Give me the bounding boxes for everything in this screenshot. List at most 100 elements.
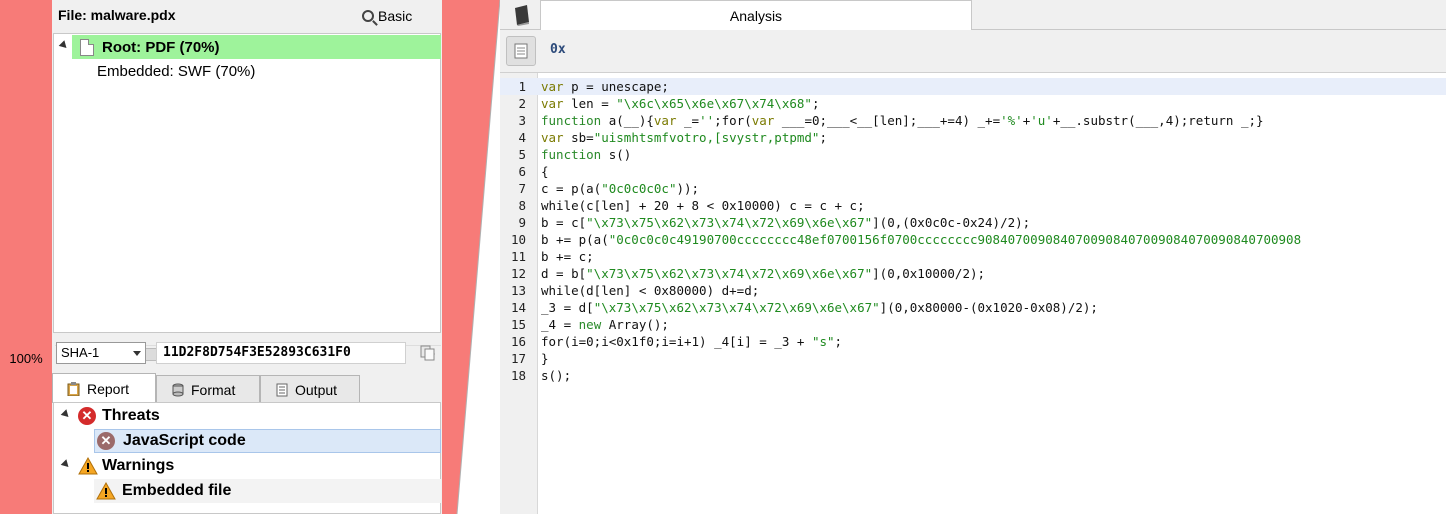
code-text: var len = "\x6c\x65\x6e\x67\x74\x68"; (541, 96, 820, 111)
code-text: while(d[len] < 0x80000) d+=d; (541, 283, 760, 298)
line-number: 17 (510, 351, 526, 366)
line-number: 2 (518, 96, 526, 111)
warning-icon (78, 457, 98, 475)
code-text: while(c[len] + 20 + 8 < 0x10000) c = c +… (541, 198, 865, 213)
line-number: 15 (510, 317, 526, 332)
code-line[interactable]: 4 var sb="uismhtsmfvotro,[svystr,ptpmd"; (500, 129, 1446, 146)
line-number: 16 (510, 334, 526, 349)
line-number: 10 (510, 232, 526, 247)
warnings-group[interactable]: Warnings (78, 454, 440, 478)
hex-view-button[interactable]: 0x (550, 42, 566, 57)
line-number: 4 (518, 130, 526, 145)
code-line[interactable]: 3 function a(__){var _='';for(var ___=0;_… (500, 112, 1446, 129)
code-line[interactable]: 6{ (500, 163, 1446, 180)
code-line[interactable]: 5 function s() (500, 146, 1446, 163)
code-text: d = b["\x73\x75\x62\x73\x74\x72\x69\x6e\… (541, 266, 986, 281)
line-number: 18 (510, 368, 526, 383)
code-text: b += c; (541, 249, 594, 264)
code-text: { (541, 164, 549, 179)
code-line[interactable]: 11 b += c; (500, 248, 1446, 265)
magnifier-icon (362, 10, 374, 22)
code-text: c = p(a("0c0c0c0c")); (541, 181, 700, 196)
tab-format-label: Format (191, 381, 236, 398)
file-label: File: (58, 7, 87, 23)
code-text: function a(__){var _='';for(var ___=0;__… (541, 113, 1264, 128)
analysis-panel: Analysis 0x 1 var p = unescape; 2 var len =… (500, 0, 1446, 514)
code-line[interactable]: 13 while(d[len] < 0x80000) d+=d; (500, 282, 1446, 299)
line-number: 9 (518, 215, 526, 230)
code-text: s(); (541, 368, 572, 383)
book-icon[interactable] (512, 4, 532, 26)
code-line[interactable]: 16 for(i=0;i<0x1f0;i=i+1) _4[i] = _3 + "s… (500, 333, 1446, 350)
line-number: 1 (518, 79, 526, 94)
code-text: _3 = d["\x73\x75\x62\x73\x74\x72\x69\x6e… (541, 300, 1098, 315)
code-text: function s() (541, 147, 632, 162)
code-text: } (541, 351, 549, 366)
code-text: b += p(a("0c0c0c0c49190700cccccccc48ef07… (541, 232, 1302, 247)
threat-item-javascript[interactable]: ✕ JavaScript code (94, 429, 441, 453)
warning-icon (96, 482, 116, 500)
tree-collapse-arrow-icon[interactable] (58, 40, 70, 51)
analysis-toolbar: 0x (500, 30, 1446, 72)
file-header: File: malware.pdx Basic (52, 0, 442, 32)
tree-item-root[interactable]: Root: PDF (70%) (72, 35, 441, 59)
code-line[interactable]: 7 c = p(a("0c0c0c0c")); (500, 180, 1446, 197)
tree-item-embedded[interactable]: Embedded: SWF (70%) (97, 63, 255, 80)
error-icon: ✕ (78, 407, 96, 425)
line-number: 11 (510, 249, 526, 264)
file-tree[interactable]: Root: PDF (70%) Embedded: SWF (70%) ||| (53, 33, 441, 363)
basic-view-button[interactable]: Basic (362, 5, 412, 27)
line-number: 3 (518, 113, 526, 128)
hash-algorithm-select[interactable]: SHA-1 (56, 342, 146, 364)
line-number: 8 (518, 198, 526, 213)
threats-group[interactable]: ✕ Threats (78, 404, 440, 428)
copy-icon[interactable] (420, 345, 436, 361)
code-line[interactable]: 9 b = c["\x73\x75\x62\x73\x74\x72\x69\x6e… (500, 214, 1446, 231)
code-line[interactable]: 12 d = b["\x73\x75\x62\x73\x74\x72\x69\x6… (500, 265, 1446, 282)
code-text: var sb="uismhtsmfvotro,[svystr,ptpmd"; (541, 130, 827, 145)
line-number: 13 (510, 283, 526, 298)
tree-root-label: Root: PDF (70%) (102, 38, 220, 56)
hash-algorithm-value: SHA-1 (61, 345, 100, 360)
document-icon (80, 38, 94, 56)
tab-output[interactable]: Output (260, 375, 360, 403)
code-line[interactable]: 15 _4 = new Array(); (500, 316, 1446, 333)
warnings-collapse-arrow-icon[interactable] (60, 459, 72, 470)
threat-item-label: JavaScript code (123, 432, 246, 449)
hash-value-field[interactable]: 11D2F8D754F3E52893C631F0 (156, 342, 406, 364)
warning-item-embedded-file[interactable]: Embedded file (94, 479, 441, 503)
analysis-tabs: Analysis (500, 0, 1446, 30)
warning-item-label: Embedded file (122, 482, 232, 499)
left-panel: File: malware.pdx Basic Root: PDF (70%) … (52, 0, 442, 514)
tab-report[interactable]: Report (52, 373, 156, 403)
tab-report-label: Report (87, 380, 130, 397)
code-text: _4 = new Array(); (541, 317, 669, 332)
code-line[interactable]: 1 var p = unescape; (500, 78, 1446, 95)
code-line[interactable]: 17} (500, 350, 1446, 367)
report-tabs: Report Format Output (52, 373, 442, 403)
basic-button-label: Basic (378, 8, 413, 24)
line-number: 7 (518, 181, 526, 196)
code-line[interactable]: 8 while(c[len] + 20 + 8 < 0x10000) c = c … (500, 197, 1446, 214)
code-line[interactable]: 18 s(); (500, 367, 1446, 384)
panel-connector-wedge (440, 0, 501, 514)
code-line[interactable]: 10 b += p(a("0c0c0c0c49190700cccccccc48ef… (500, 231, 1446, 248)
threats-label: Threats (102, 407, 160, 424)
code-text: var p = unescape; (541, 79, 669, 94)
report-tree: ✕ Threats ✕ JavaScript code Warnings Emb… (53, 402, 441, 514)
code-line[interactable]: 2 var len = "\x6c\x65\x6e\x67\x74\x68"; (500, 95, 1446, 112)
tab-format[interactable]: Format (156, 375, 260, 403)
clipboard-icon (67, 381, 80, 396)
database-icon (172, 383, 184, 396)
line-number: 12 (510, 266, 526, 281)
code-line[interactable]: 14 _3 = d["\x73\x75\x62\x73\x74\x72\x69\x… (500, 299, 1446, 316)
code-editor[interactable]: 1 var p = unescape; 2 var len = "\x6c\x65\x… (500, 72, 1446, 514)
file-name: malware.pdx (90, 7, 176, 23)
document-view-button[interactable] (506, 36, 536, 66)
line-number: 5 (518, 147, 526, 162)
tab-output-label: Output (295, 381, 338, 398)
line-number: 6 (518, 164, 526, 179)
threats-collapse-arrow-icon[interactable] (60, 409, 72, 420)
error-icon: ✕ (97, 432, 115, 450)
tab-analysis[interactable]: Analysis (540, 0, 972, 30)
